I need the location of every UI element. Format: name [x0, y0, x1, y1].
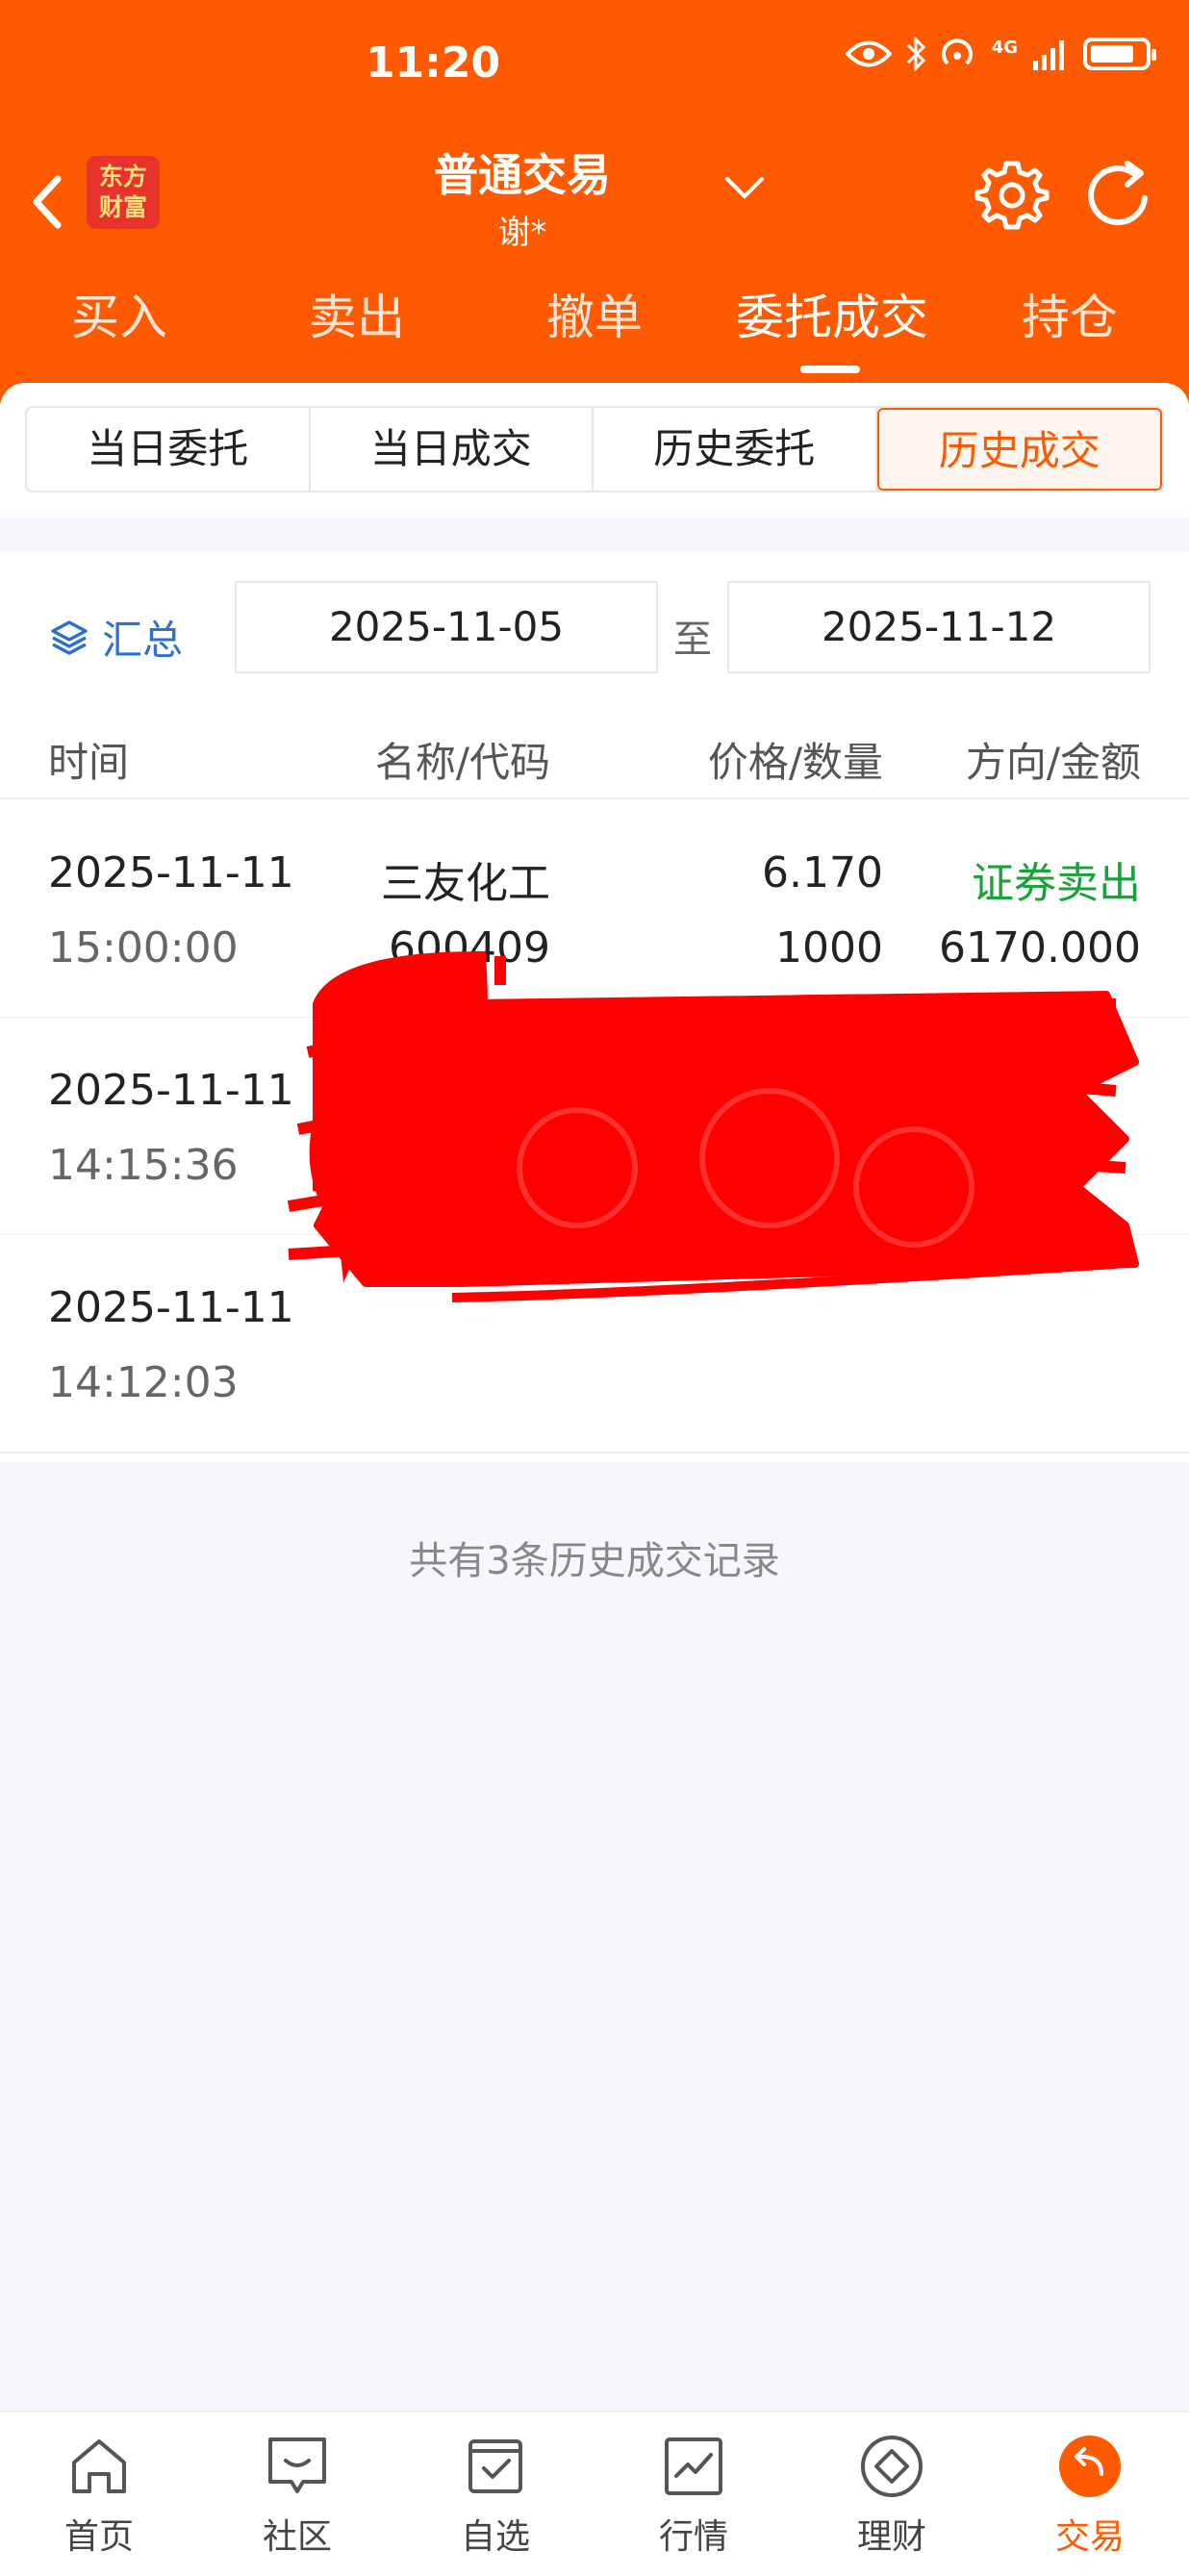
- nav-label: 理财: [856, 2517, 926, 2557]
- nav-label: 行情: [658, 2517, 728, 2557]
- subtab-history-trades[interactable]: 历史成交: [876, 408, 1162, 491]
- status-bar: 11:20 4G: [0, 0, 1189, 135]
- home-icon: [72, 2439, 126, 2493]
- bluetooth-icon: [906, 37, 925, 71]
- content-panel: 当日委托 当日成交 历史委托 历史成交 汇总 2025-11-05 至 2025…: [0, 383, 1189, 2528]
- nav-label: 自选: [460, 2517, 530, 2557]
- subtab-today-trades[interactable]: 当日成交: [311, 408, 594, 491]
- sub-tabs: 当日委托 当日成交 历史委托 历史成交: [25, 406, 1164, 492]
- trade-history: 汇总 2025-11-05 至 2025-11-12 时间 名称/代码 价格/数…: [0, 552, 1189, 1462]
- sub-tab-bar: 当日委托 当日成交 历史委托 历史成交: [0, 383, 1189, 518]
- nav-market[interactable]: 行情: [594, 2432, 793, 2559]
- subtab-history-orders[interactable]: 历史委托: [594, 408, 877, 491]
- tab-positions[interactable]: 持仓: [950, 279, 1189, 348]
- record-count: 共有3条历史成交记录: [409, 1539, 780, 1583]
- main-tabs: 买入 卖出 撤单 委托成交 持仓: [0, 279, 1189, 366]
- nav-label: 社区: [262, 2517, 332, 2557]
- tab-cancel[interactable]: 撤单: [475, 279, 714, 348]
- watchlist-icon: [468, 2439, 522, 2493]
- tab-sell[interactable]: 卖出: [238, 279, 476, 348]
- chevron-down-icon[interactable]: [723, 173, 766, 202]
- battery-icon: [1083, 38, 1156, 70]
- nav-trade[interactable]: 交易: [991, 2432, 1189, 2559]
- eye-icon: [845, 40, 892, 67]
- chart-icon: [665, 2437, 722, 2495]
- status-time: 11:20: [366, 38, 501, 88]
- nav-label: 首页: [63, 2517, 134, 2557]
- subtab-today-orders[interactable]: 当日委托: [27, 408, 311, 491]
- nav-home[interactable]: 首页: [0, 2432, 198, 2559]
- bottom-nav: 首页 社区 自选 行情 理财 交易: [0, 2411, 1189, 2576]
- diamond-icon: [861, 2436, 923, 2497]
- nav-label: 交易: [1054, 2517, 1125, 2557]
- nav-watchlist[interactable]: 自选: [396, 2432, 594, 2559]
- redaction-scribble: [287, 950, 1139, 1302]
- nav-wealth[interactable]: 理财: [793, 2432, 991, 2559]
- network-type: 4G: [991, 37, 1018, 58]
- tab-orders-trades[interactable]: 委托成交: [713, 279, 951, 348]
- signal-icon: [1033, 40, 1064, 70]
- gear-icon[interactable]: [974, 156, 1050, 233]
- nav-bar: 东方 财富 普通交易 谢*: [0, 144, 1189, 252]
- chat-icon: [268, 2437, 326, 2493]
- trade-icon: [1059, 2436, 1121, 2497]
- hotspot-icon: [941, 38, 973, 65]
- app-header: 11:20 4G 东方 财富 普通交易 谢* 买入 卖出 撤单 委托成交 持仓: [0, 0, 1189, 404]
- status-icons: 4G: [845, 37, 1156, 71]
- active-tab-indicator: [800, 366, 860, 373]
- tab-buy[interactable]: 买入: [0, 279, 239, 348]
- nav-community[interactable]: 社区: [198, 2432, 396, 2559]
- refresh-icon[interactable]: [1081, 158, 1158, 235]
